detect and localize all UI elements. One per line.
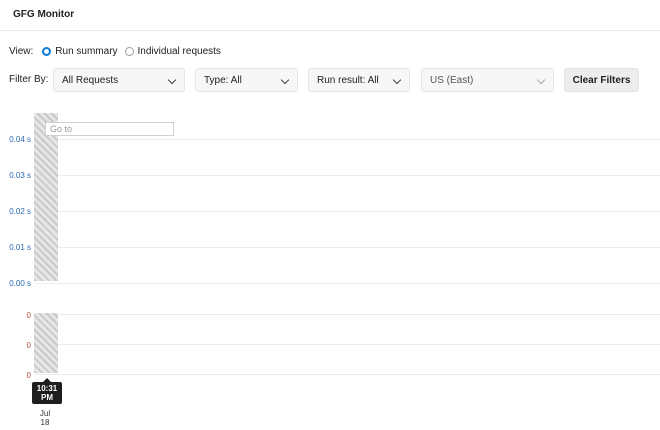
gridline (35, 283, 660, 284)
goto-input[interactable] (45, 122, 174, 136)
run-result-filter-value: Run result: All (317, 74, 379, 86)
response-axis-tick: 0.01 s (9, 243, 31, 252)
individual-requests-radio[interactable]: Individual requests (124, 46, 221, 57)
requests-filter-select[interactable]: All Requests (53, 68, 185, 92)
chevron-down-icon (536, 75, 546, 85)
response-axis-tick: 0.04 s (9, 135, 31, 144)
view-label: View: (9, 45, 34, 57)
individual-requests-label[interactable]: Individual requests (138, 46, 221, 57)
count-axis-tick: 0 (26, 371, 31, 380)
count-axis-tick: 0 (26, 311, 31, 320)
clear-filters-button[interactable]: Clear Filters (564, 68, 639, 92)
time-marker-time: 10:31 (36, 384, 58, 393)
response-axis-tick: 0.02 s (9, 207, 31, 216)
run-result-filter-select[interactable]: Run result: All (308, 68, 410, 92)
gridline (35, 314, 660, 315)
view-selector: View: Run summary Individual requests (9, 44, 228, 58)
response-axis-tick: 0.00 s (9, 279, 31, 288)
requests-filter-value: All Requests (62, 74, 119, 86)
radio-unchecked-icon[interactable] (124, 46, 134, 56)
gridline (35, 247, 660, 248)
region-filter-select[interactable]: US (East) (421, 68, 554, 92)
gridline (35, 374, 660, 375)
date-label: Jul 18 (34, 409, 56, 427)
gridline (35, 139, 660, 140)
gridline (35, 344, 660, 345)
no-data-band (34, 113, 58, 281)
radio-checked-icon[interactable] (42, 46, 52, 56)
no-data-band (34, 313, 58, 373)
region-filter-value: US (East) (430, 74, 474, 86)
chevron-down-icon (167, 75, 177, 85)
type-filter-select[interactable]: Type: All (195, 68, 298, 92)
time-marker-badge[interactable]: 10:31 PM (32, 378, 62, 404)
filter-bar: Filter By: All Requests Type: All Run re… (9, 68, 660, 92)
type-filter-value: Type: All (204, 74, 242, 86)
run-summary-radio[interactable]: Run summary (42, 46, 118, 57)
gridline (35, 175, 660, 176)
filter-by-label: Filter By: (9, 74, 49, 85)
chevron-down-icon (280, 75, 290, 85)
gridline (35, 211, 660, 212)
app-header: GFG Monitor (0, 0, 660, 31)
monitor-chart: 0.04 s 0.03 s 0.02 s 0.01 s 0.00 s 0 0 0… (0, 110, 660, 430)
run-summary-label[interactable]: Run summary (55, 46, 117, 57)
count-axis-tick: 0 (26, 341, 31, 350)
chevron-down-icon (392, 75, 402, 85)
time-marker-ampm: PM (41, 393, 53, 402)
response-axis-tick: 0.03 s (9, 171, 31, 180)
date-day: 18 (40, 418, 50, 427)
app-title: GFG Monitor (13, 9, 75, 20)
date-month: Jul (39, 409, 51, 418)
